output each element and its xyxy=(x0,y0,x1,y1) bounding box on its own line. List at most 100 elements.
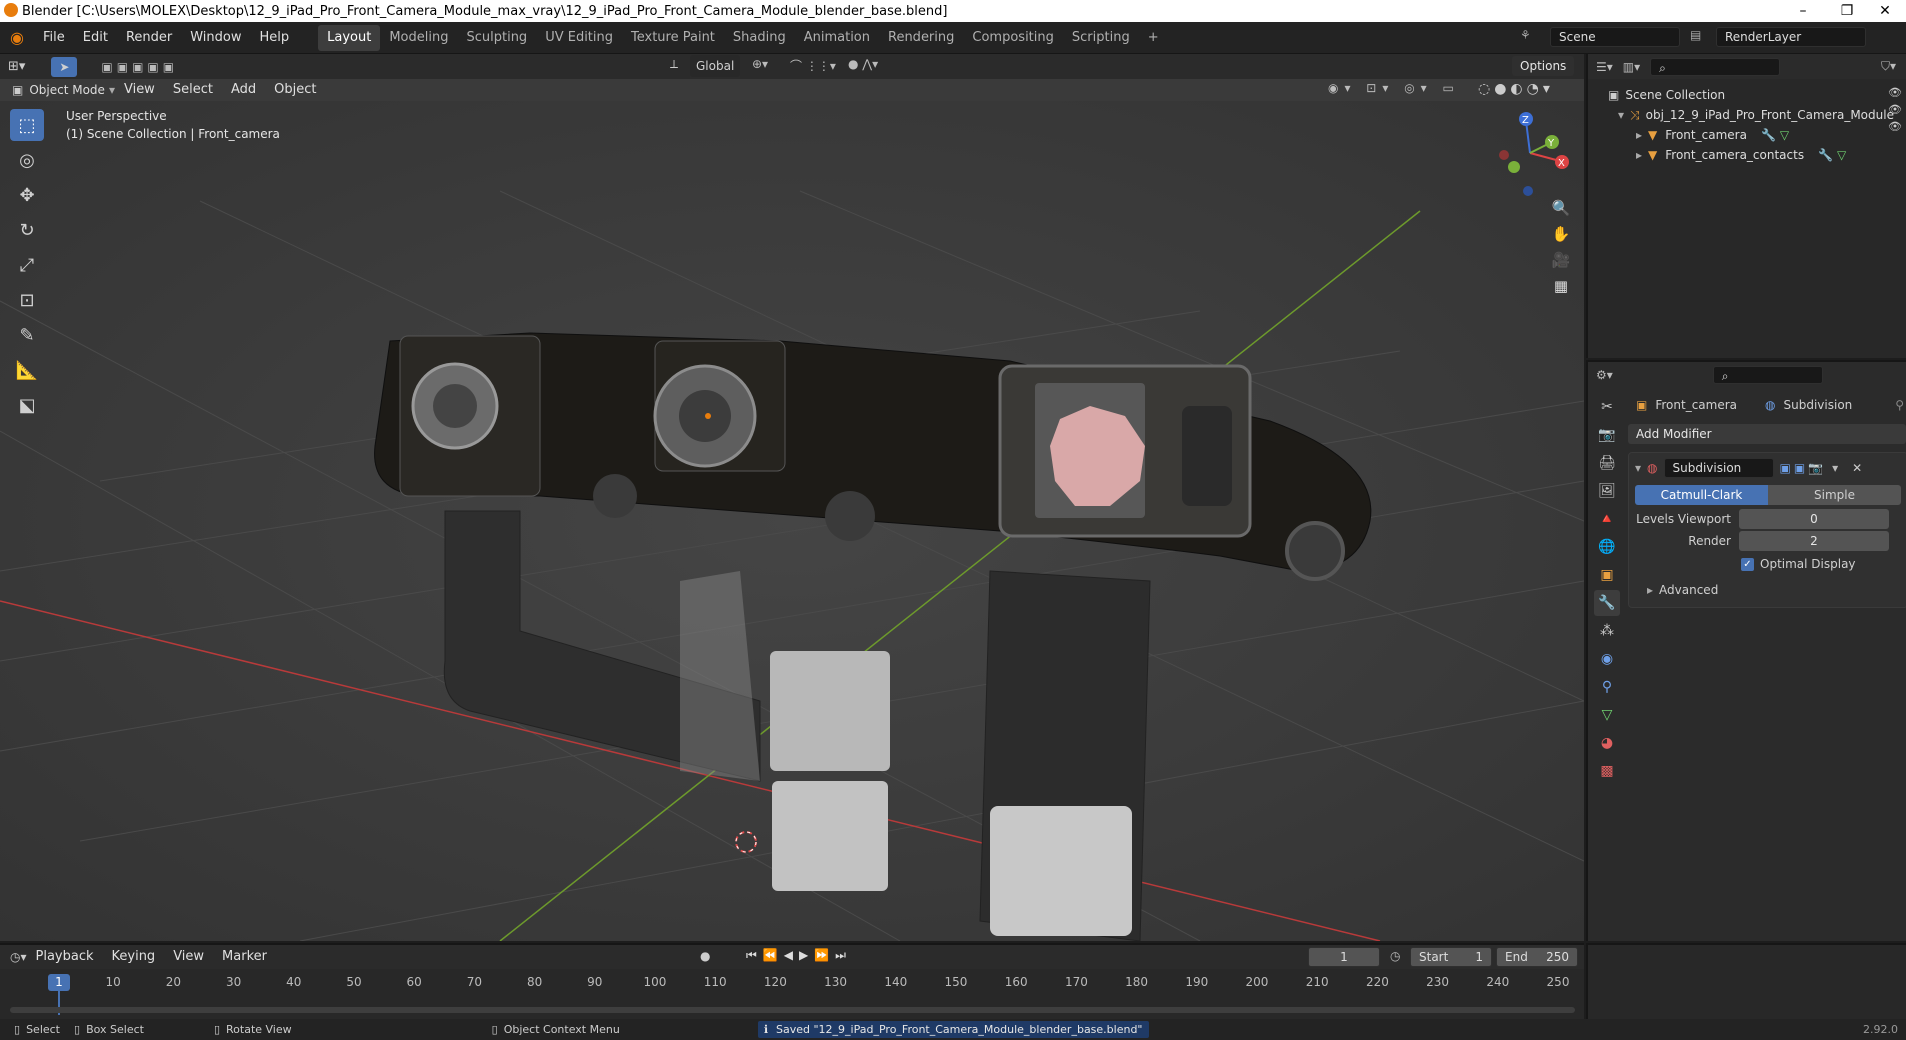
add-modifier-button[interactable]: Add Modifier xyxy=(1628,424,1906,444)
chevron-right-icon[interactable]: ▸ xyxy=(1636,128,1642,142)
close-icon[interactable]: ✕ xyxy=(1852,461,1862,475)
blender-menu-icon[interactable]: ◉ xyxy=(0,28,34,47)
scene-selector[interactable]: Scene xyxy=(1550,27,1680,47)
timeline-scrollbar[interactable] xyxy=(10,1007,1575,1013)
tab-animation[interactable]: Animation xyxy=(795,25,879,51)
optimal-display-checkbox[interactable]: ✓ xyxy=(1741,557,1754,571)
output-tab-icon[interactable]: 🖨 xyxy=(1594,450,1620,476)
camera-view-icon[interactable]: 🎥 xyxy=(1548,251,1574,269)
view-layer-tab-icon[interactable]: 🖼 xyxy=(1594,478,1620,504)
add-cube-tool-icon[interactable]: ⬕ xyxy=(10,389,44,421)
menu-render[interactable]: Render xyxy=(117,22,181,54)
levels-viewport-field[interactable]: 0 xyxy=(1739,509,1889,529)
collection-row[interactable]: ▾ ⤨ obj_12_9_iPad_Pro_Front_Camera_Modul… xyxy=(1608,105,1906,125)
gizmo-neg-z[interactable] xyxy=(1523,186,1533,196)
start-frame-field[interactable]: Start 1 xyxy=(1410,947,1492,967)
tab-modeling[interactable]: Modeling xyxy=(380,25,457,51)
view-layer-selector[interactable]: RenderLayer xyxy=(1716,27,1866,47)
eye-icon[interactable]: 👁 xyxy=(1888,120,1902,133)
select-box-tool-icon[interactable]: ⬚ xyxy=(10,109,44,141)
current-frame-field[interactable]: 1 xyxy=(1308,947,1380,967)
chevron-right-icon[interactable]: ▸ xyxy=(1636,148,1642,162)
annotate-tool-icon[interactable]: ✎ xyxy=(10,319,44,351)
pin-icon[interactable]: ⚲ xyxy=(1895,398,1904,412)
timeline-menu-marker[interactable]: Marker xyxy=(213,945,276,969)
mesh-data-icon[interactable]: ▽ xyxy=(1837,148,1846,162)
playhead[interactable]: 1 xyxy=(48,974,70,991)
tool-tab-icon[interactable]: ✂ xyxy=(1594,394,1620,420)
modifier-wrench-icon[interactable]: 🔧 xyxy=(1761,128,1776,142)
outliner-item-front-camera-contacts[interactable]: ▸ ▼ Front_camera_contacts 🔧 ▽ xyxy=(1608,145,1906,165)
outliner-item-front-camera[interactable]: ▸ ▼ Front_camera 🔧 ▽ xyxy=(1608,125,1906,145)
chevron-right-icon[interactable]: ▸ xyxy=(1647,583,1653,597)
playback-controls[interactable]: ⏮⏪◀▶⏩⏭ xyxy=(746,948,852,963)
timeline-menu-playback[interactable]: Playback xyxy=(27,945,103,969)
add-workspace-button[interactable]: + xyxy=(1139,25,1168,51)
modifier-name-field[interactable]: Subdivision xyxy=(1663,458,1774,478)
shading-mode-icons[interactable]: ◌●◐◔▾ xyxy=(1478,81,1554,97)
outliner-editor-icon[interactable]: ☰▾ xyxy=(1596,60,1613,74)
physics-tab-icon[interactable]: ◉ xyxy=(1594,646,1620,672)
world-tab-icon[interactable]: 🌐 xyxy=(1594,534,1620,560)
tab-texture-paint[interactable]: Texture Paint xyxy=(622,25,724,51)
properties-editor-icon[interactable]: ⚙▾ xyxy=(1596,368,1613,382)
editor-type-icon[interactable]: ⊞▾ xyxy=(8,59,25,74)
proportional-edit-icon[interactable]: ● ⋀▾ xyxy=(848,57,878,71)
timeline-ruler[interactable]: 10 20 30 40 50 60 70 80 90 100 110 120 130 140 150 160 1… xyxy=(0,975,1584,995)
scene-collection-row[interactable]: ▣ Scene Collection xyxy=(1608,85,1906,105)
navigation-gizmo[interactable]: Z X Y xyxy=(1490,109,1570,199)
tab-layout[interactable]: Layout xyxy=(318,24,381,51)
tab-compositing[interactable]: Compositing xyxy=(963,25,1063,51)
zoom-icon[interactable]: 🔍 xyxy=(1548,199,1574,217)
advanced-subpanel[interactable]: ▸ Advanced xyxy=(1629,579,1906,601)
cursor-tool-icon[interactable]: ◎ xyxy=(10,144,44,176)
record-icon[interactable]: ● xyxy=(700,949,710,963)
render-tab-icon[interactable]: 📷 xyxy=(1594,422,1620,448)
viewport-menu-add[interactable]: Add xyxy=(222,79,265,101)
scene-tab-icon[interactable]: 🔺 xyxy=(1594,506,1620,532)
tab-uv-editing[interactable]: UV Editing xyxy=(536,25,622,51)
eye-icon[interactable]: 👁 xyxy=(1888,86,1902,99)
menu-file[interactable]: File xyxy=(34,22,74,54)
eye-icon[interactable]: 👁 xyxy=(1888,103,1902,116)
object-tab-icon[interactable]: ▣ xyxy=(1594,562,1620,588)
outliner-search-input[interactable]: ⌕ xyxy=(1650,57,1781,76)
visibility-overlay-icons[interactable]: ◉▾ ⊡▾ ◎▾ ▭ xyxy=(1328,81,1460,95)
mode-dropdown[interactable]: Object Mode xyxy=(29,83,105,97)
selection-mode-icons[interactable]: ▣▣▣▣▣ xyxy=(101,60,178,74)
options-dropdown[interactable]: Options xyxy=(1512,56,1575,76)
snap-icon[interactable]: ⌒ ⋮⋮▾ xyxy=(790,57,836,74)
modifier-display-toggles[interactable]: ▣▣📷 xyxy=(1780,461,1827,475)
filter-icon[interactable]: ⛉▾ xyxy=(1881,59,1896,74)
save-report[interactable]: ℹ Saved "12_9_iPad_Pro_Front_Camera_Modul… xyxy=(757,1021,1149,1038)
menu-window[interactable]: Window xyxy=(181,22,250,54)
viewport-menu-object[interactable]: Object xyxy=(265,79,325,101)
menu-help[interactable]: Help xyxy=(251,22,299,54)
move-tool-icon[interactable]: ✥ xyxy=(10,179,44,211)
3d-viewport[interactable]: ▣ Object Mode ▾ View Select Add Object ◉… xyxy=(0,79,1584,941)
pivot-icon[interactable]: ⊕▾ xyxy=(752,57,768,71)
menu-edit[interactable]: Edit xyxy=(74,22,117,54)
timeline-menu-keying[interactable]: Keying xyxy=(103,945,165,969)
timeline-menu-view[interactable]: View xyxy=(164,945,213,969)
texture-tab-icon[interactable]: ▩ xyxy=(1594,758,1620,784)
properties-search-input[interactable]: ⌕ xyxy=(1712,366,1823,384)
rotate-tool-icon[interactable]: ↻ xyxy=(10,214,44,246)
orientation-dropdown[interactable]: Global xyxy=(690,55,741,77)
display-mode-icon[interactable]: ▥▾ xyxy=(1623,60,1640,74)
modifier-options-icon[interactable]: ▾ xyxy=(1832,461,1838,475)
select-tool-icon[interactable]: ➤ xyxy=(51,56,78,77)
data-tab-icon[interactable]: ▽ xyxy=(1594,702,1620,728)
minimize-button[interactable]: – xyxy=(1780,0,1826,22)
chevron-down-icon[interactable]: ▾ xyxy=(1618,108,1624,122)
viewport-menu-select[interactable]: Select xyxy=(164,79,222,101)
mesh-data-icon[interactable]: ▽ xyxy=(1780,128,1789,142)
material-tab-icon[interactable]: ◕ xyxy=(1594,730,1620,756)
end-frame-field[interactable]: End 250 xyxy=(1496,947,1578,967)
pan-hand-icon[interactable]: ✋ xyxy=(1548,225,1574,243)
close-button[interactable]: ✕ xyxy=(1862,0,1906,22)
scale-tool-icon[interactable]: ⤢ xyxy=(10,249,44,281)
tab-scripting[interactable]: Scripting xyxy=(1063,25,1139,51)
chevron-down-icon[interactable]: ▾ xyxy=(1635,461,1641,475)
viewport-menu-view[interactable]: View xyxy=(115,79,164,101)
